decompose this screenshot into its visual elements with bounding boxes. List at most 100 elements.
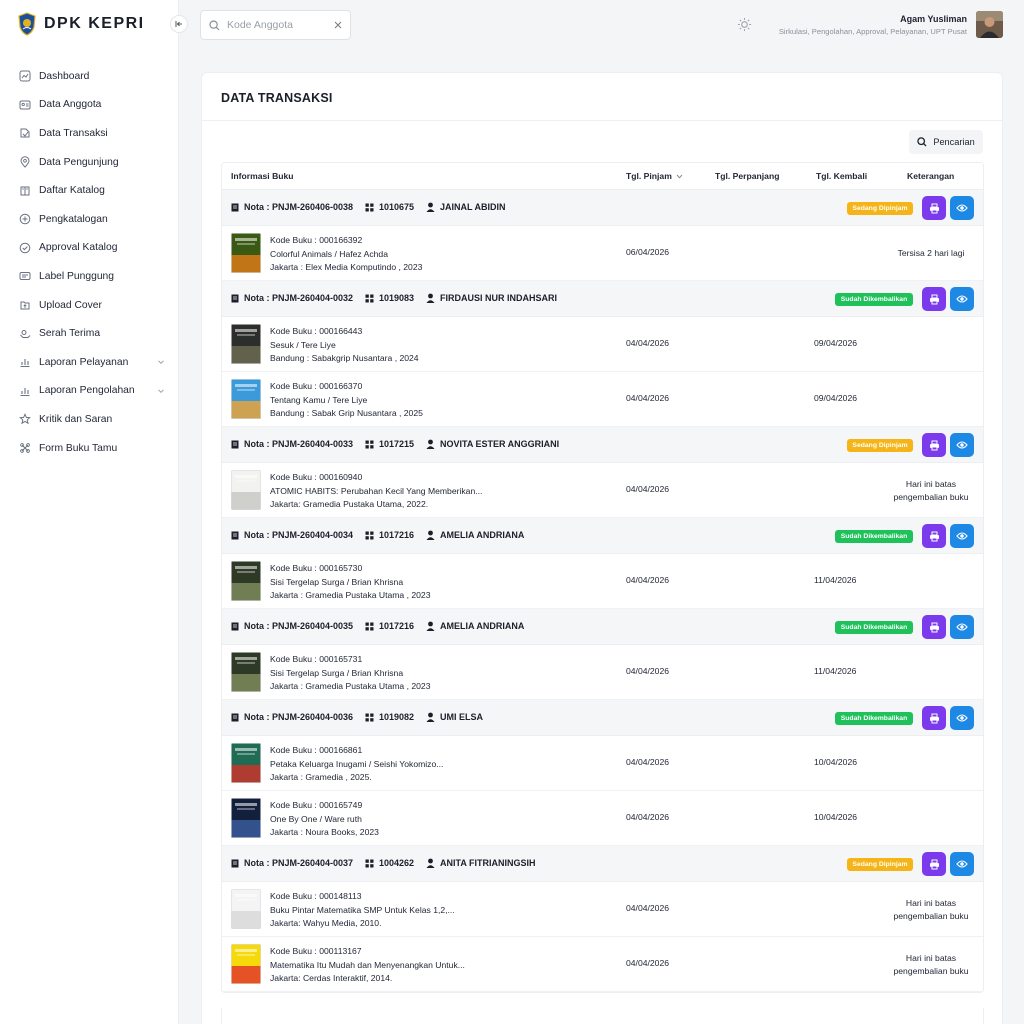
member-name-text: NOVITA ESTER ANGGRIANI: [440, 439, 560, 449]
sidebar-item-laporan-pengolahan[interactable]: Laporan Pengolahan: [0, 377, 179, 406]
sidebar-item-upload-cover[interactable]: Upload Cover: [0, 291, 179, 320]
eye-icon: [956, 441, 968, 449]
member-search-input[interactable]: [227, 19, 334, 31]
book-cover[interactable]: [231, 889, 261, 929]
print-button[interactable]: [922, 433, 946, 457]
book-cover-image: [231, 561, 261, 601]
transactions-card: DATA TRANSAKSI Pencarian Informasi Buku …: [201, 72, 1003, 1024]
collapse-left-icon: [175, 21, 182, 27]
book-publisher: Jakarta : Elex Media Komputindo , 2023: [270, 262, 423, 272]
member-id: 1017215: [365, 439, 414, 449]
transaction-icon: [20, 128, 30, 138]
table-header: Informasi Buku Tgl. Pinjam Tgl. Perpanja…: [222, 163, 983, 190]
sidebar-item-kritik-dan-saran[interactable]: Kritik dan Saran: [0, 405, 179, 434]
eye-icon: [956, 204, 968, 212]
print-button[interactable]: [922, 852, 946, 876]
print-icon: [929, 713, 939, 723]
user-icon: [426, 858, 435, 868]
sidebar-item-dashboard[interactable]: Dashboard: [0, 62, 179, 91]
view-button[interactable]: [950, 706, 974, 730]
keterangan-line: Hari ini batas: [905, 479, 957, 489]
member-id: 1010675: [365, 202, 414, 212]
view-button[interactable]: [950, 524, 974, 548]
print-button[interactable]: [922, 615, 946, 639]
sidebar-collapse-button[interactable]: [170, 15, 188, 33]
view-button[interactable]: [950, 287, 974, 311]
eye-icon: [956, 532, 968, 540]
book-cover[interactable]: [231, 470, 261, 510]
theme-toggle-icon[interactable]: [737, 17, 752, 32]
member-search-box[interactable]: [200, 10, 351, 40]
view-button[interactable]: [950, 615, 974, 639]
avatar[interactable]: [976, 11, 1003, 38]
table-footer: [221, 1008, 984, 1024]
search-toggle-button[interactable]: Pencarian: [909, 130, 983, 154]
eye-icon: [956, 714, 968, 722]
keterangan-line: Tersisa 2 hari lagi: [897, 248, 965, 258]
book-title: Sisi Tergelap Surga / Brian Khrisna: [270, 576, 404, 587]
view-button[interactable]: [950, 196, 974, 220]
member-id-text: 1010675: [379, 202, 415, 212]
book-row: Kode Buku : 000113167 Matematika Itu Muda…: [222, 937, 983, 992]
sidebar-item-serah-terima[interactable]: Serah Terima: [0, 319, 179, 348]
sidebar-item-data-anggota[interactable]: Data Anggota: [0, 91, 179, 120]
return-date: 10/04/2026: [814, 812, 858, 822]
book-code: Kode Buku : 000165749: [270, 800, 363, 810]
nota-number: Nota : PNJM-260404-0034: [231, 530, 353, 540]
book-cover[interactable]: [231, 798, 261, 838]
sidebar-item-label: Pengkatalogan: [39, 213, 108, 225]
borrow-date: 04/04/2026: [626, 666, 670, 676]
sidebar-item-pengkatalogan[interactable]: Pengkatalogan: [0, 205, 179, 234]
nota-number: Nota : PNJM-260404-0035: [231, 621, 353, 631]
print-icon: [929, 859, 939, 869]
id-card-icon: [19, 100, 31, 110]
book-cover-image: [231, 379, 261, 419]
receipt-icon: [231, 713, 239, 721]
book-cover[interactable]: [231, 944, 261, 984]
clear-icon[interactable]: [334, 21, 342, 29]
member-id: 1017216: [365, 530, 414, 540]
print-button[interactable]: [922, 524, 946, 548]
status-badge: Sudah Dikembalikan: [835, 621, 913, 634]
book-row: Kode Buku : 000166370 Tentang Kamu / Tere…: [222, 372, 983, 427]
view-button[interactable]: [950, 433, 974, 457]
book-cover[interactable]: [231, 561, 261, 601]
print-button[interactable]: [922, 706, 946, 730]
page-title: DATA TRANSAKSI: [221, 91, 333, 105]
sidebar-item-approval-katalog[interactable]: Approval Katalog: [0, 234, 179, 263]
handover-icon: [20, 329, 31, 338]
member-name-text: AMELIA ANDRIANA: [440, 530, 525, 540]
chevron-down-icon: [158, 360, 164, 364]
print-button[interactable]: [922, 196, 946, 220]
app-logo-text: DPK KEPRI: [44, 15, 145, 32]
transaction-header-row: Nota : PNJM-260404-0033 1017215 NOVITA EST…: [222, 427, 983, 463]
book-cover-image: [231, 798, 261, 838]
sidebar-item-label-punggung[interactable]: Label Punggung: [0, 262, 179, 291]
sidebar-item-data-transaksi[interactable]: Data Transaksi: [0, 119, 179, 148]
sidebar-item-label: Serah Terima: [39, 328, 101, 340]
book-cover[interactable]: [231, 324, 261, 364]
user-icon: [426, 621, 435, 631]
print-button[interactable]: [922, 287, 946, 311]
book-cover[interactable]: [231, 743, 261, 783]
user-icon: [426, 202, 435, 212]
search-icon: [917, 137, 927, 147]
qr-code-icon: [365, 203, 374, 211]
book-publisher: Jakarta : Gramedia Pustaka Utama , 2023: [270, 681, 431, 691]
view-button[interactable]: [950, 852, 974, 876]
member-id: 1019083: [365, 293, 414, 303]
sidebar-item-form-buku-tamu[interactable]: Form Buku Tamu: [0, 434, 179, 463]
book-cover[interactable]: [231, 233, 261, 273]
sidebar-item-laporan-pelayanan[interactable]: Laporan Pelayanan: [0, 348, 179, 377]
header-tgl-pinjam[interactable]: Tgl. Pinjam: [626, 171, 683, 181]
member-id-text: 1019083: [379, 293, 415, 303]
sidebar-item-label: Laporan Pelayanan: [39, 356, 129, 368]
sidebar-item-daftar-katalog[interactable]: Daftar Katalog: [0, 176, 179, 205]
book-cover-image: [231, 233, 261, 273]
book-publisher: Jakarta : Noura Books, 2023: [270, 827, 379, 837]
sidebar-item-data-pengunjung[interactable]: Data Pengunjung: [0, 148, 179, 177]
book-code: Kode Buku : 000165730: [270, 563, 363, 573]
book-cover[interactable]: [231, 379, 261, 419]
book-cover[interactable]: [231, 652, 261, 692]
app-logo[interactable]: DPK KEPRI: [18, 12, 145, 36]
